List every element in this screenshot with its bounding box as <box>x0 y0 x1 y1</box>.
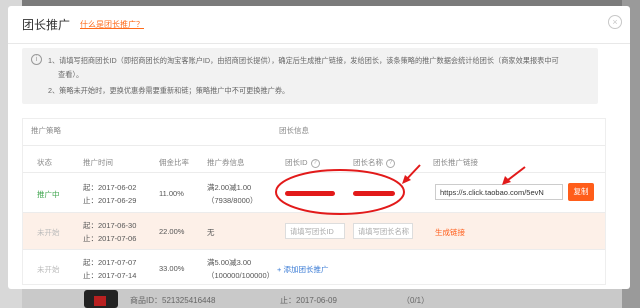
row-status: 未开始 <box>37 228 60 237</box>
question-icon[interactable]: ? <box>310 158 320 168</box>
info-icon: i <box>31 54 42 65</box>
col-link: 团长推广链接 <box>433 158 478 167</box>
notice-box: i 1、请填写招商团长ID（即招商团长的淘宝客账户ID，由招商团长提供），确定后… <box>22 48 598 104</box>
col-commission: 佣金比率 <box>159 158 189 167</box>
add-leader-promotion-link[interactable]: + 添加团长推广 <box>277 264 328 275</box>
leader-id-input[interactable]: 请填写团长ID <box>285 223 345 239</box>
notice-line-1: 1、请填写招商团长ID（即招商团长的淘宝客账户ID，由招商团长提供），确定后生成… <box>48 56 559 65</box>
product-id-text: 商品ID：521325416448 <box>130 296 216 305</box>
notice-line-1-cont: 查看）。 <box>58 70 84 79</box>
col-leader-name: 团长名称? <box>353 157 395 168</box>
leader-name-input[interactable]: 请填写团长名称 <box>353 223 413 239</box>
row-start: 起：2017-06-02 <box>83 183 137 192</box>
redacted-leader-name <box>353 191 395 196</box>
question-icon[interactable]: ? <box>386 158 395 168</box>
col-leader-name-label: 团长名称 <box>353 158 383 167</box>
product-thumbnail <box>84 290 118 308</box>
table-row: 推广中 起：2017-06-02 止：2017-06-29 11.00% 满2.… <box>23 173 605 212</box>
row-end: 止：2017-07-14 <box>83 271 137 280</box>
close-icon[interactable]: × <box>608 15 622 29</box>
help-link[interactable]: 什么是团长推广？ <box>80 19 144 30</box>
row-coupon: 满5.00减3.00 <box>207 258 252 267</box>
row-commission: 11.00% <box>159 189 184 198</box>
col-status: 状态 <box>37 158 52 167</box>
dialog-title: 团长推广 <box>22 18 71 32</box>
backdrop-product-strip: 商品ID：521325416448 止：2017-06-09 （0/1） <box>22 288 622 308</box>
row-status: 推广中 <box>37 190 60 199</box>
generate-link-button[interactable]: 生成链接 <box>435 227 465 238</box>
row-coupon-stock: （7938/8000） <box>207 196 258 205</box>
section-leader: 团长信息 <box>279 126 309 135</box>
row-commission: 33.00% <box>159 264 185 273</box>
table-row: 未开始 起：2017-07-07 止：2017-07-14 33.00% 满5.… <box>23 250 605 284</box>
promotion-link-field[interactable]: https://s.click.taobao.com/5evN <box>435 184 563 200</box>
product-end-date: 止：2017-06-09 <box>280 296 337 305</box>
notice-line-2: 2、策略未开始时，更换优惠券需要重新和链；策略推广中不可更换推广券。 <box>48 86 290 95</box>
title-divider <box>8 43 630 44</box>
table-row: 未开始 起：2017-06-30 止：2017-07-06 22.00% 无 请… <box>23 213 605 249</box>
row-start: 起：2017-06-30 <box>83 221 137 230</box>
col-time: 推广时间 <box>83 158 113 167</box>
col-coupon: 推广券信息 <box>207 158 245 167</box>
redacted-leader-id <box>285 191 335 196</box>
col-leader-id-label: 团长ID <box>285 158 308 167</box>
row-coupon-stock: （100000/100000） <box>207 271 275 280</box>
product-count: （0/1） <box>402 296 430 305</box>
row-end: 止：2017-07-06 <box>83 234 137 243</box>
row-status: 未开始 <box>37 265 60 274</box>
row-coupon: 满2.00减1.00 <box>207 183 252 192</box>
row-coupon: 无 <box>207 228 215 237</box>
row-commission: 22.00% <box>159 227 185 236</box>
copy-button[interactable]: 复制 <box>568 183 594 201</box>
col-leader-id: 团长ID? <box>285 157 320 168</box>
row-start: 起：2017-07-07 <box>83 258 137 267</box>
header-divider <box>23 145 605 146</box>
row-end: 止：2017-06-29 <box>83 196 137 205</box>
strategy-table: 推广策略 团长信息 状态 推广时间 佣金比率 推广券信息 团长ID? 团长名称?… <box>22 118 606 285</box>
section-strategy: 推广策略 <box>31 126 61 135</box>
